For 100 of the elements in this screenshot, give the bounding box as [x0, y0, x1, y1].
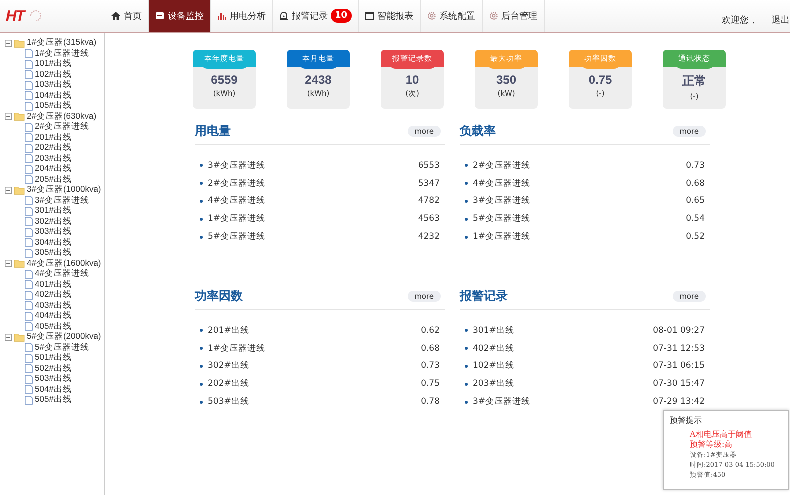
- bullet-icon: [465, 400, 468, 404]
- row-value: 0.54: [686, 214, 705, 224]
- tree-item[interactable]: 4#变压器(1600kva): [27, 258, 102, 270]
- bullet-icon: [465, 347, 468, 350]
- row-value: 0.78: [421, 397, 440, 408]
- tree-item[interactable]: 403#出线: [35, 300, 72, 312]
- tree-item[interactable]: 5#变压器(2000kva): [27, 331, 102, 344]
- popup-title: 预警提示: [669, 415, 703, 427]
- row-name: 4#变压器进线: [473, 178, 531, 190]
- logo: HT: [6, 8, 24, 24]
- tree-item[interactable]: 1#变压器进线: [35, 48, 90, 60]
- tree-item[interactable]: 402#出线: [35, 289, 72, 302]
- nav-tab[interactable]: 智能报表: [358, 0, 421, 32]
- row-name: 302#出线: [208, 360, 250, 372]
- row-name: 1#变压器进线: [473, 231, 531, 244]
- panel-title: 报警记录: [460, 288, 508, 304]
- tree-item[interactable]: 505#出线: [35, 394, 72, 406]
- bullet-icon: [465, 329, 468, 332]
- row-name: 402#出线: [473, 342, 514, 355]
- alert-text: A相电压高于阈值: [690, 430, 753, 440]
- collapse-icon[interactable]: [5, 260, 12, 268]
- bullet-icon: [200, 400, 203, 404]
- bullet-icon: [200, 200, 203, 203]
- bullet-icon: [465, 236, 468, 239]
- gear-icon: [426, 11, 437, 21]
- panel-title: 功率因数: [195, 288, 243, 304]
- row-name: 4#变压器进线: [208, 195, 266, 208]
- tree-item[interactable]: 405#出线: [35, 320, 72, 333]
- collapse-icon[interactable]: [5, 113, 12, 120]
- stat-value: 0.75: [588, 73, 612, 87]
- bullet-icon: [200, 218, 203, 221]
- row-value: 0.62: [421, 326, 440, 336]
- bullet-icon: [465, 182, 468, 186]
- tree-item[interactable]: 302#出线: [35, 216, 72, 228]
- tree-item[interactable]: 503#出线: [35, 373, 72, 386]
- bullet-icon: [200, 364, 203, 368]
- tree-item[interactable]: 303#出线: [35, 226, 72, 238]
- row-name: 3#变压器进线: [473, 396, 531, 408]
- nav-tab[interactable]: 系统配置: [420, 0, 483, 32]
- tree-item[interactable]: 104#出线: [35, 90, 72, 102]
- nav-tab[interactable]: 用电分析: [211, 0, 273, 32]
- tree-item[interactable]: 202#出线: [35, 142, 72, 154]
- row-name: 3#变压器进线: [473, 195, 531, 208]
- tree-item[interactable]: 1#变压器(315kva): [27, 37, 97, 50]
- bell-icon: [279, 11, 289, 21]
- row-name: 102#出线: [473, 360, 514, 372]
- row-value: 0.52: [686, 232, 705, 242]
- row-name: 1#变压器进线: [208, 213, 266, 226]
- nav-tab[interactable]: 设备监控: [149, 0, 211, 32]
- tree-item[interactable]: 305#出线: [35, 247, 72, 260]
- collapse-icon[interactable]: [5, 40, 12, 47]
- stat-value: 350: [496, 73, 517, 87]
- panel-title: 负载率: [460, 122, 496, 140]
- row-value: 0.68: [421, 344, 440, 354]
- tree-item[interactable]: 203#出线: [35, 152, 72, 165]
- panel-title: 用电量: [195, 122, 231, 140]
- tree-item[interactable]: 101#出线: [35, 58, 72, 70]
- tree-item[interactable]: 5#变压器进线: [35, 342, 90, 354]
- row-name: 201#出线: [208, 324, 250, 337]
- tree-item[interactable]: 204#出线: [35, 163, 72, 176]
- tree-item[interactable]: 502#出线: [35, 362, 72, 375]
- tree-item[interactable]: 504#出线: [35, 384, 72, 396]
- tree-item[interactable]: 103#出线: [35, 79, 72, 92]
- bullet-icon: [200, 182, 203, 186]
- tree-item[interactable]: 3#变压器进线: [35, 194, 90, 207]
- welcome-text: 欢迎您，: [722, 14, 758, 27]
- row-name: 202#出线: [208, 378, 250, 390]
- logo-swirl-icon: [28, 8, 44, 24]
- collapse-icon[interactable]: [5, 334, 12, 341]
- tree-item[interactable]: 3#变压器(1000kva): [27, 184, 102, 196]
- tree-item[interactable]: 205#出线: [35, 174, 72, 186]
- tree-item[interactable]: 404#出线: [35, 310, 72, 322]
- tree-item[interactable]: 304#出线: [35, 236, 72, 249]
- stat-value: 6559: [211, 73, 238, 87]
- tree-item[interactable]: 201#出线: [35, 132, 72, 144]
- nav-tab[interactable]: 后台管理: [482, 0, 545, 32]
- row-value: 08-01 09:27: [653, 326, 705, 336]
- bullet-icon: [465, 218, 468, 221]
- tree-item[interactable]: 501#出线: [35, 352, 72, 364]
- logout-link[interactable]: 退出: [772, 14, 790, 27]
- row-value: 6553: [418, 160, 440, 171]
- tree-item[interactable]: 105#出线: [35, 100, 72, 112]
- row-name: 5#变压器进线: [473, 213, 531, 226]
- bullet-icon: [465, 200, 468, 203]
- tree-item[interactable]: 2#变压器进线: [35, 121, 90, 134]
- folder-icon: [14, 38, 25, 48]
- bullet-icon: [200, 347, 203, 350]
- folder-icon: [14, 112, 25, 122]
- nav-tab[interactable]: 报警记录 10: [273, 0, 359, 32]
- bullet-icon: [200, 164, 203, 168]
- row-value: 07-29 13:42: [653, 397, 705, 408]
- tree-item[interactable]: 4#变压器进线: [35, 268, 90, 280]
- bullet-icon: [465, 382, 468, 386]
- row-name: 2#变压器进线: [473, 160, 531, 172]
- tree-item[interactable]: 2#变压器(630kva): [27, 110, 97, 123]
- row-name: 203#出线: [473, 378, 514, 390]
- tree-item[interactable]: 102#出线: [35, 68, 72, 81]
- tree-item[interactable]: 401#出线: [35, 278, 72, 291]
- collapse-icon[interactable]: [5, 186, 12, 194]
- tree-item[interactable]: 301#出线: [35, 205, 72, 218]
